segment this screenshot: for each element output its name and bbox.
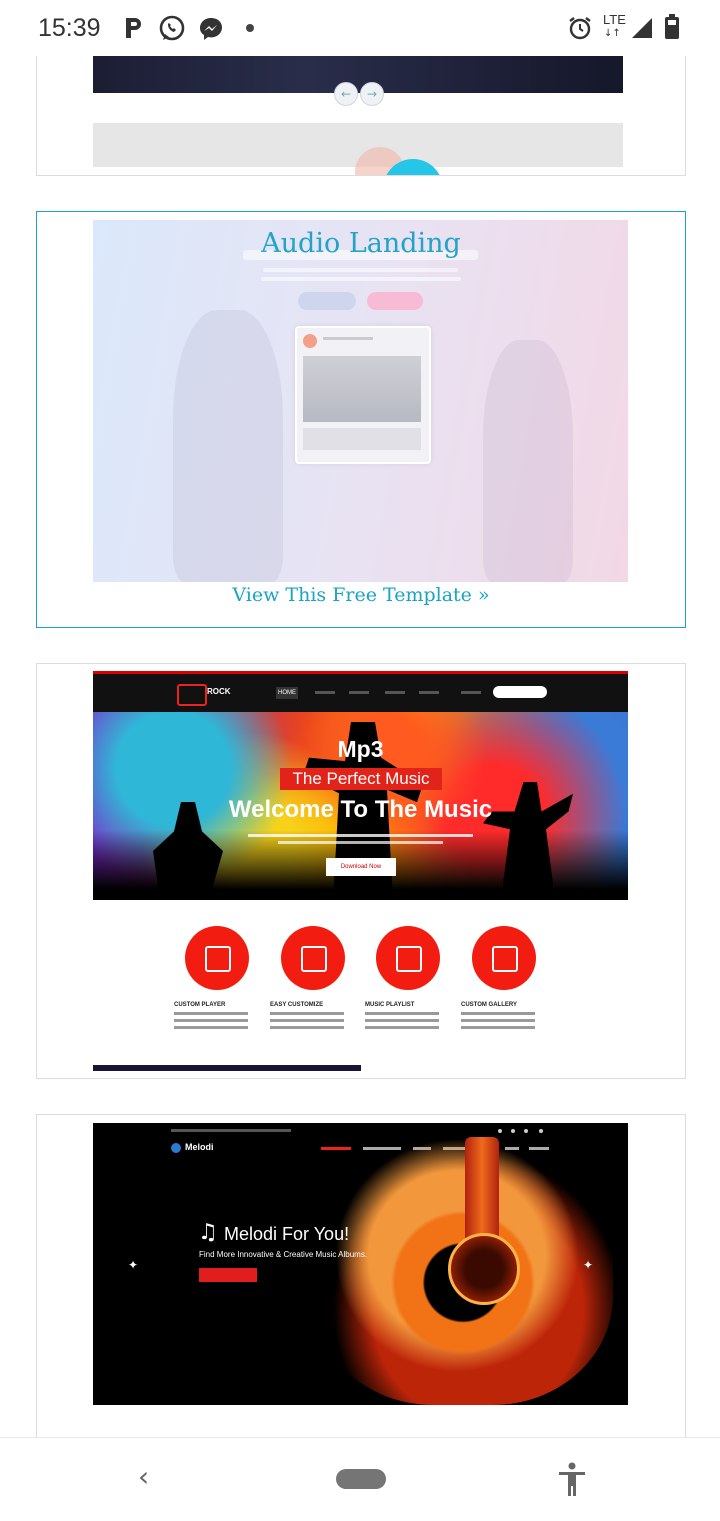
social-icon bbox=[511, 1129, 515, 1133]
data-arrows-icon: ↓↑ bbox=[604, 28, 621, 39]
decor-silhouette bbox=[483, 340, 573, 582]
whatsapp-icon bbox=[159, 15, 185, 41]
arrow-left-icon: ← bbox=[334, 82, 358, 106]
feature-label: MUSIC PLAYLIST bbox=[365, 1002, 415, 1008]
preview-logo: ROCK bbox=[207, 687, 231, 696]
preview-headline-1: Mp3 bbox=[337, 736, 384, 762]
preview-headline: Melodi For You! bbox=[224, 1224, 350, 1244]
lte-label: LTE bbox=[603, 12, 626, 27]
preview-button bbox=[199, 1268, 257, 1282]
preview-footer-strip bbox=[93, 1065, 361, 1071]
signal-icon bbox=[632, 18, 652, 38]
alarm-icon bbox=[569, 17, 591, 40]
wallet-icon bbox=[281, 926, 345, 990]
template-card-audio-landing[interactable]: Audio Landing View This Free Template » bbox=[36, 211, 686, 628]
ghost-button bbox=[298, 292, 356, 310]
preview-headline-3: Welcome To The Music bbox=[228, 796, 493, 823]
feature-item: CUSTOM PLAYER bbox=[172, 926, 262, 1029]
battery-icon bbox=[665, 14, 679, 39]
notification-dot-icon bbox=[246, 24, 254, 32]
preview-search bbox=[493, 686, 547, 698]
ghost-text bbox=[349, 691, 369, 694]
view-template-link[interactable]: View This Free Template » bbox=[37, 584, 685, 606]
ghost-button bbox=[367, 292, 423, 310]
template-preview-image: ROCK HOME Mp3 The Perfect Music Welcome … bbox=[93, 671, 628, 1071]
slider-next-icon: ✦ bbox=[583, 1258, 594, 1272]
play-icon bbox=[303, 334, 317, 348]
playlist-icon bbox=[376, 926, 440, 990]
logo-icon bbox=[171, 1143, 181, 1153]
feature-label: CUSTOM GALLERY bbox=[461, 1002, 518, 1008]
ghost-text bbox=[315, 691, 335, 694]
preview-logo: Melodi bbox=[185, 1142, 214, 1152]
feature-item: CUSTOM GALLERY bbox=[459, 926, 549, 1029]
ghost-text bbox=[171, 1129, 291, 1132]
social-icon bbox=[539, 1129, 543, 1133]
ghost-text bbox=[278, 841, 443, 844]
music-icon bbox=[185, 926, 249, 990]
audio-player-mockup bbox=[295, 326, 431, 464]
preview-headline-2: The Perfect Music bbox=[280, 768, 442, 790]
arrow-right-icon: → bbox=[360, 82, 384, 106]
ghost-text bbox=[419, 691, 439, 694]
system-nav-bar: ‹ bbox=[0, 1437, 720, 1521]
social-icon bbox=[524, 1129, 528, 1133]
template-preview-image bbox=[93, 123, 623, 175]
template-title[interactable]: Audio Landing bbox=[37, 228, 685, 259]
back-icon[interactable]: ‹ bbox=[138, 1460, 149, 1493]
ghost-text bbox=[248, 834, 473, 837]
feature-item: MUSIC PLAYLIST bbox=[363, 926, 453, 1029]
gallery-icon bbox=[472, 926, 536, 990]
status-time: 15:39 bbox=[38, 14, 101, 42]
preview-navbar: ROCK HOME bbox=[93, 671, 628, 712]
preview-subline: Find More Innovative & Creative Music Al… bbox=[199, 1250, 368, 1259]
preview-download-button: Download Now bbox=[326, 858, 396, 876]
ghost-text bbox=[385, 691, 405, 694]
template-card-melodi[interactable]: Melodi ♫ Melodi For You! Find More Innov… bbox=[36, 1114, 686, 1456]
preview-hero: Mp3 The Perfect Music Welcome To The Mus… bbox=[93, 712, 628, 900]
feature-label: CUSTOM PLAYER bbox=[174, 1002, 226, 1008]
accessibility-icon[interactable] bbox=[556, 1462, 588, 1498]
preview-nav-home: HOME bbox=[276, 687, 298, 699]
template-preview-image bbox=[93, 56, 623, 93]
ghost-text bbox=[321, 1147, 351, 1150]
status-bar: 15:39 LTE ↓↑ bbox=[0, 0, 720, 56]
template-card-mp3[interactable]: ROCK HOME Mp3 The Perfect Music Welcome … bbox=[36, 663, 686, 1079]
feature-label: EASY CUSTOMIZE bbox=[270, 1002, 324, 1008]
logo-icon bbox=[177, 684, 207, 706]
slider-prev-icon: ✦ bbox=[128, 1258, 139, 1272]
ghost-text bbox=[261, 277, 461, 281]
ghost-text bbox=[323, 337, 373, 340]
parking-icon bbox=[126, 18, 141, 38]
music-note-icon: ♫ bbox=[198, 1220, 218, 1245]
player-artwork bbox=[303, 356, 421, 422]
template-card-partial[interactable]: ← → bbox=[36, 56, 686, 176]
home-pill-button[interactable] bbox=[336, 1469, 386, 1489]
template-preview-image: Melodi ♫ Melodi For You! Find More Innov… bbox=[93, 1123, 628, 1405]
ghost-text bbox=[461, 691, 481, 694]
decor-silhouette bbox=[173, 310, 283, 582]
messenger-icon bbox=[200, 18, 222, 40]
player-controls bbox=[303, 428, 421, 450]
guitar-neck bbox=[465, 1137, 499, 1247]
ghost-text bbox=[263, 268, 458, 272]
feature-item: EASY CUSTOMIZE bbox=[268, 926, 358, 1029]
template-preview-image bbox=[93, 220, 628, 582]
guitar-soundhole bbox=[448, 1233, 520, 1305]
